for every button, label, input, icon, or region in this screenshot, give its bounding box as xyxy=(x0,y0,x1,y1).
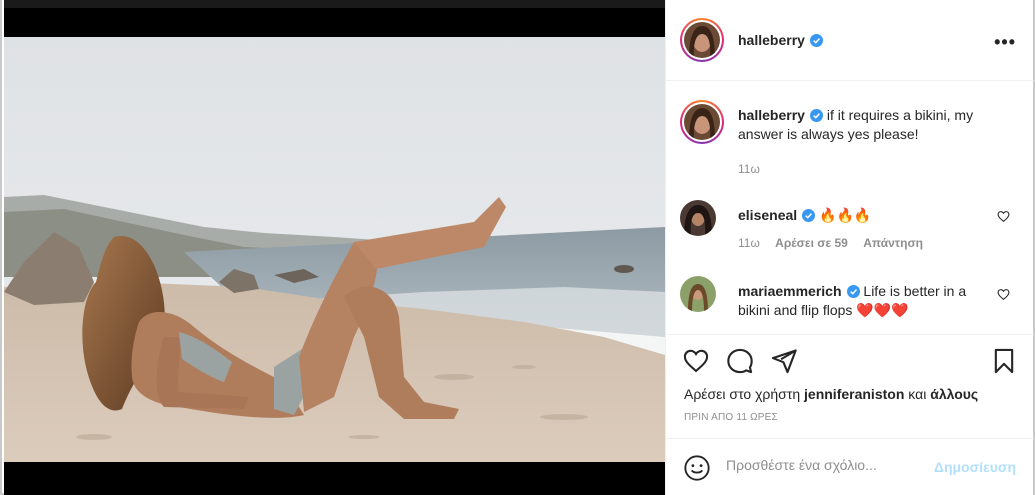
comment-username[interactable]: eliseneal xyxy=(738,207,797,223)
commenter-avatar[interactable] xyxy=(680,200,716,241)
comment-body: 🔥🔥🔥 xyxy=(819,207,872,223)
author-avatar[interactable] xyxy=(680,18,724,62)
verified-badge-icon xyxy=(802,209,816,222)
verified-badge-icon xyxy=(846,285,860,298)
emoji-icon[interactable] xyxy=(683,454,711,482)
comment-username[interactable]: mariaemmerich xyxy=(738,283,842,299)
reply-button[interactable]: Απάντηση xyxy=(863,236,923,250)
post-panel: halleberry ••• halleberry if it requires… xyxy=(665,0,1034,495)
likes-user[interactable]: jenniferaniston xyxy=(804,386,904,402)
verified-badge-icon xyxy=(809,109,823,122)
comments-list: halleberry if it requires a bikini, my a… xyxy=(666,82,1034,334)
caption-username[interactable]: halleberry xyxy=(738,107,805,123)
post-header: halleberry ••• xyxy=(666,0,1034,81)
comment-bubble-icon[interactable] xyxy=(726,347,754,375)
save-bookmark-icon[interactable] xyxy=(990,347,1018,375)
like-heart-icon[interactable] xyxy=(682,347,710,375)
caption-meta: 11ω xyxy=(738,162,772,176)
comment-text: mariaemmerich Life is better in a bikini… xyxy=(738,282,988,320)
add-comment-bar: Δημοσίευση xyxy=(666,438,1034,495)
comment-input[interactable] xyxy=(726,457,926,473)
post-media[interactable] xyxy=(4,0,665,495)
likes-conj: και xyxy=(908,386,927,402)
author-username[interactable]: halleberry xyxy=(738,32,805,48)
caption-time[interactable]: 11ω xyxy=(738,162,760,176)
post-comment-button[interactable]: Δημοσίευση xyxy=(934,459,1016,475)
likes-summary: Αρέσει στο χρήστη jenniferaniston και άλ… xyxy=(684,386,978,402)
verified-badge-icon xyxy=(809,33,823,47)
comment-likes[interactable]: Αρέσει σε 59 xyxy=(775,236,848,250)
comment-meta: 11ω Αρέσει σε 59 Απάντηση xyxy=(738,236,935,250)
post-actions: Αρέσει στο χρήστη jenniferaniston και άλ… xyxy=(666,334,1034,438)
more-options-icon[interactable]: ••• xyxy=(994,32,1016,53)
share-send-icon[interactable] xyxy=(770,347,798,375)
caption-text: halleberry if it requires a bikini, my a… xyxy=(738,106,988,144)
previous-post-strip xyxy=(4,0,665,8)
comment-text: eliseneal 🔥🔥🔥 xyxy=(738,206,988,225)
commenter-avatar[interactable] xyxy=(680,276,716,317)
post-timestamp[interactable]: ΠΡΙΝ ΑΠΟ 11 ΩΡΕΣ xyxy=(684,412,778,423)
likes-prefix: Αρέσει στο χρήστη xyxy=(684,386,801,402)
post-photo[interactable] xyxy=(4,37,665,462)
caption-avatar[interactable] xyxy=(680,100,724,144)
comment-time[interactable]: 11ω xyxy=(738,236,760,250)
likes-others[interactable]: άλλους xyxy=(930,386,978,402)
comment-like-icon[interactable] xyxy=(997,210,1010,223)
comment-like-icon[interactable] xyxy=(997,288,1010,301)
